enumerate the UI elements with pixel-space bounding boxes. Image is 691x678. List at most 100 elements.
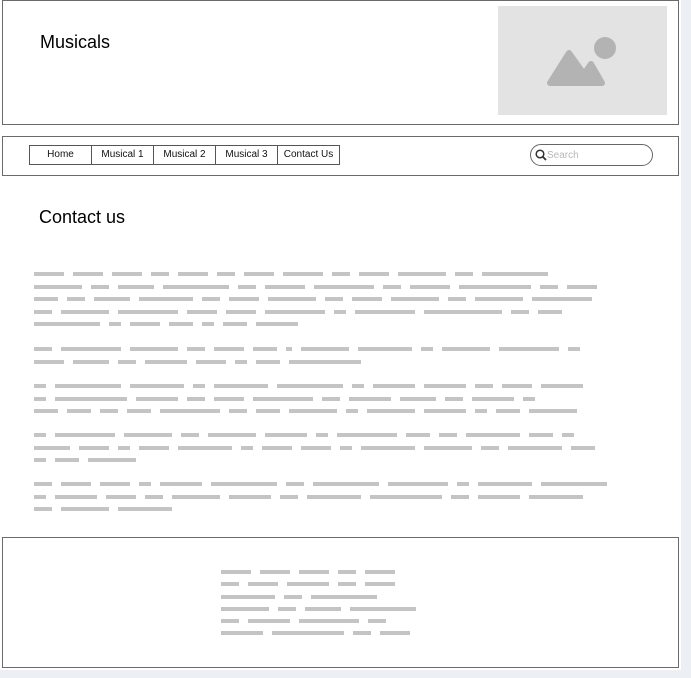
placeholder-text-line bbox=[221, 619, 425, 624]
placeholder-word bbox=[365, 582, 395, 587]
placeholder-word bbox=[34, 297, 58, 302]
nav-item-musical-1[interactable]: Musical 1 bbox=[91, 145, 154, 165]
placeholder-word bbox=[475, 297, 523, 302]
placeholder-word bbox=[365, 570, 395, 574]
placeholder-word bbox=[277, 384, 343, 388]
placeholder-word bbox=[100, 482, 130, 486]
placeholder-text-line bbox=[221, 631, 425, 636]
placeholder-word bbox=[34, 347, 52, 351]
placeholder-word bbox=[124, 433, 172, 437]
placeholder-word bbox=[529, 433, 553, 437]
placeholder-word bbox=[307, 494, 361, 499]
placeholder-word bbox=[88, 458, 136, 463]
placeholder-paragraph bbox=[34, 433, 634, 471]
image-placeholder-icon bbox=[547, 37, 616, 86]
placeholder-word bbox=[424, 409, 466, 414]
placeholder-word bbox=[139, 445, 169, 450]
nav-item-musical-3[interactable]: Musical 3 bbox=[215, 145, 278, 165]
placeholder-word bbox=[67, 297, 85, 302]
placeholder-text-line bbox=[34, 297, 634, 302]
placeholder-paragraph bbox=[34, 272, 634, 335]
placeholder-word bbox=[289, 359, 361, 364]
placeholder-word bbox=[34, 409, 58, 414]
footer-placeholder-text bbox=[221, 570, 425, 644]
placeholder-word bbox=[301, 347, 349, 351]
placeholder-word bbox=[187, 396, 205, 401]
placeholder-word bbox=[445, 396, 463, 401]
placeholder-text-line bbox=[34, 445, 634, 450]
placeholder-word bbox=[34, 494, 46, 499]
placeholder-word bbox=[355, 309, 415, 314]
placeholder-word bbox=[457, 482, 469, 486]
nav-item-contact-us[interactable]: Contact Us bbox=[277, 145, 340, 165]
placeholder-word bbox=[235, 359, 247, 364]
placeholder-word bbox=[511, 309, 529, 314]
placeholder-word bbox=[34, 433, 46, 437]
placeholder-word bbox=[73, 359, 109, 364]
placeholder-text-line bbox=[34, 409, 634, 414]
placeholder-word bbox=[248, 582, 278, 587]
placeholder-word bbox=[34, 309, 52, 314]
placeholder-word bbox=[61, 507, 109, 512]
placeholder-word bbox=[61, 482, 91, 486]
placeholder-word bbox=[241, 445, 253, 450]
placeholder-word bbox=[221, 570, 251, 574]
placeholder-word bbox=[448, 297, 466, 302]
placeholder-word bbox=[130, 322, 160, 327]
bottom-strip bbox=[0, 670, 691, 678]
placeholder-word bbox=[61, 309, 109, 314]
placeholder-text-line bbox=[221, 582, 425, 587]
placeholder-word bbox=[229, 409, 247, 414]
placeholder-word bbox=[196, 359, 226, 364]
placeholder-word bbox=[136, 396, 178, 401]
placeholder-word bbox=[163, 284, 229, 289]
placeholder-word bbox=[221, 594, 275, 599]
placeholder-word bbox=[337, 433, 397, 437]
placeholder-word bbox=[130, 384, 184, 388]
placeholder-word bbox=[567, 284, 597, 289]
placeholder-word bbox=[538, 309, 562, 314]
placeholder-word bbox=[61, 347, 121, 351]
placeholder-word bbox=[499, 347, 559, 351]
placeholder-word bbox=[118, 359, 136, 364]
nav-item-home[interactable]: Home bbox=[29, 145, 92, 165]
placeholder-word bbox=[238, 284, 256, 289]
search-box[interactable] bbox=[530, 144, 653, 166]
placeholder-word bbox=[178, 445, 232, 450]
placeholder-word bbox=[214, 347, 244, 351]
placeholder-word bbox=[424, 445, 472, 450]
placeholder-word bbox=[109, 322, 121, 327]
placeholder-word bbox=[568, 347, 580, 351]
placeholder-word bbox=[370, 494, 442, 499]
placeholder-word bbox=[94, 297, 130, 302]
placeholder-word bbox=[260, 570, 290, 574]
placeholder-text-line bbox=[34, 359, 634, 364]
placeholder-word bbox=[34, 445, 70, 450]
nav-item-musical-2[interactable]: Musical 2 bbox=[153, 145, 216, 165]
placeholder-word bbox=[265, 284, 305, 289]
placeholder-word bbox=[352, 297, 382, 302]
placeholder-word bbox=[466, 433, 520, 437]
placeholder-word bbox=[256, 359, 280, 364]
placeholder-word bbox=[313, 482, 379, 486]
placeholder-word bbox=[91, 284, 109, 289]
placeholder-word bbox=[118, 445, 130, 450]
placeholder-word bbox=[193, 384, 205, 388]
placeholder-text-line bbox=[34, 494, 634, 499]
placeholder-word bbox=[55, 396, 127, 401]
placeholder-word bbox=[532, 297, 592, 302]
placeholder-word bbox=[359, 272, 389, 276]
placeholder-word bbox=[455, 272, 473, 276]
placeholder-word bbox=[34, 458, 46, 463]
search-input[interactable] bbox=[547, 147, 645, 163]
placeholder-word bbox=[202, 322, 214, 327]
placeholder-word bbox=[314, 284, 374, 289]
placeholder-word bbox=[286, 482, 304, 486]
placeholder-word bbox=[34, 322, 100, 327]
placeholder-word bbox=[118, 309, 178, 314]
placeholder-word bbox=[322, 396, 340, 401]
placeholder-word bbox=[187, 347, 205, 351]
placeholder-word bbox=[55, 384, 121, 388]
placeholder-word bbox=[368, 619, 386, 624]
placeholder-word bbox=[34, 272, 64, 276]
